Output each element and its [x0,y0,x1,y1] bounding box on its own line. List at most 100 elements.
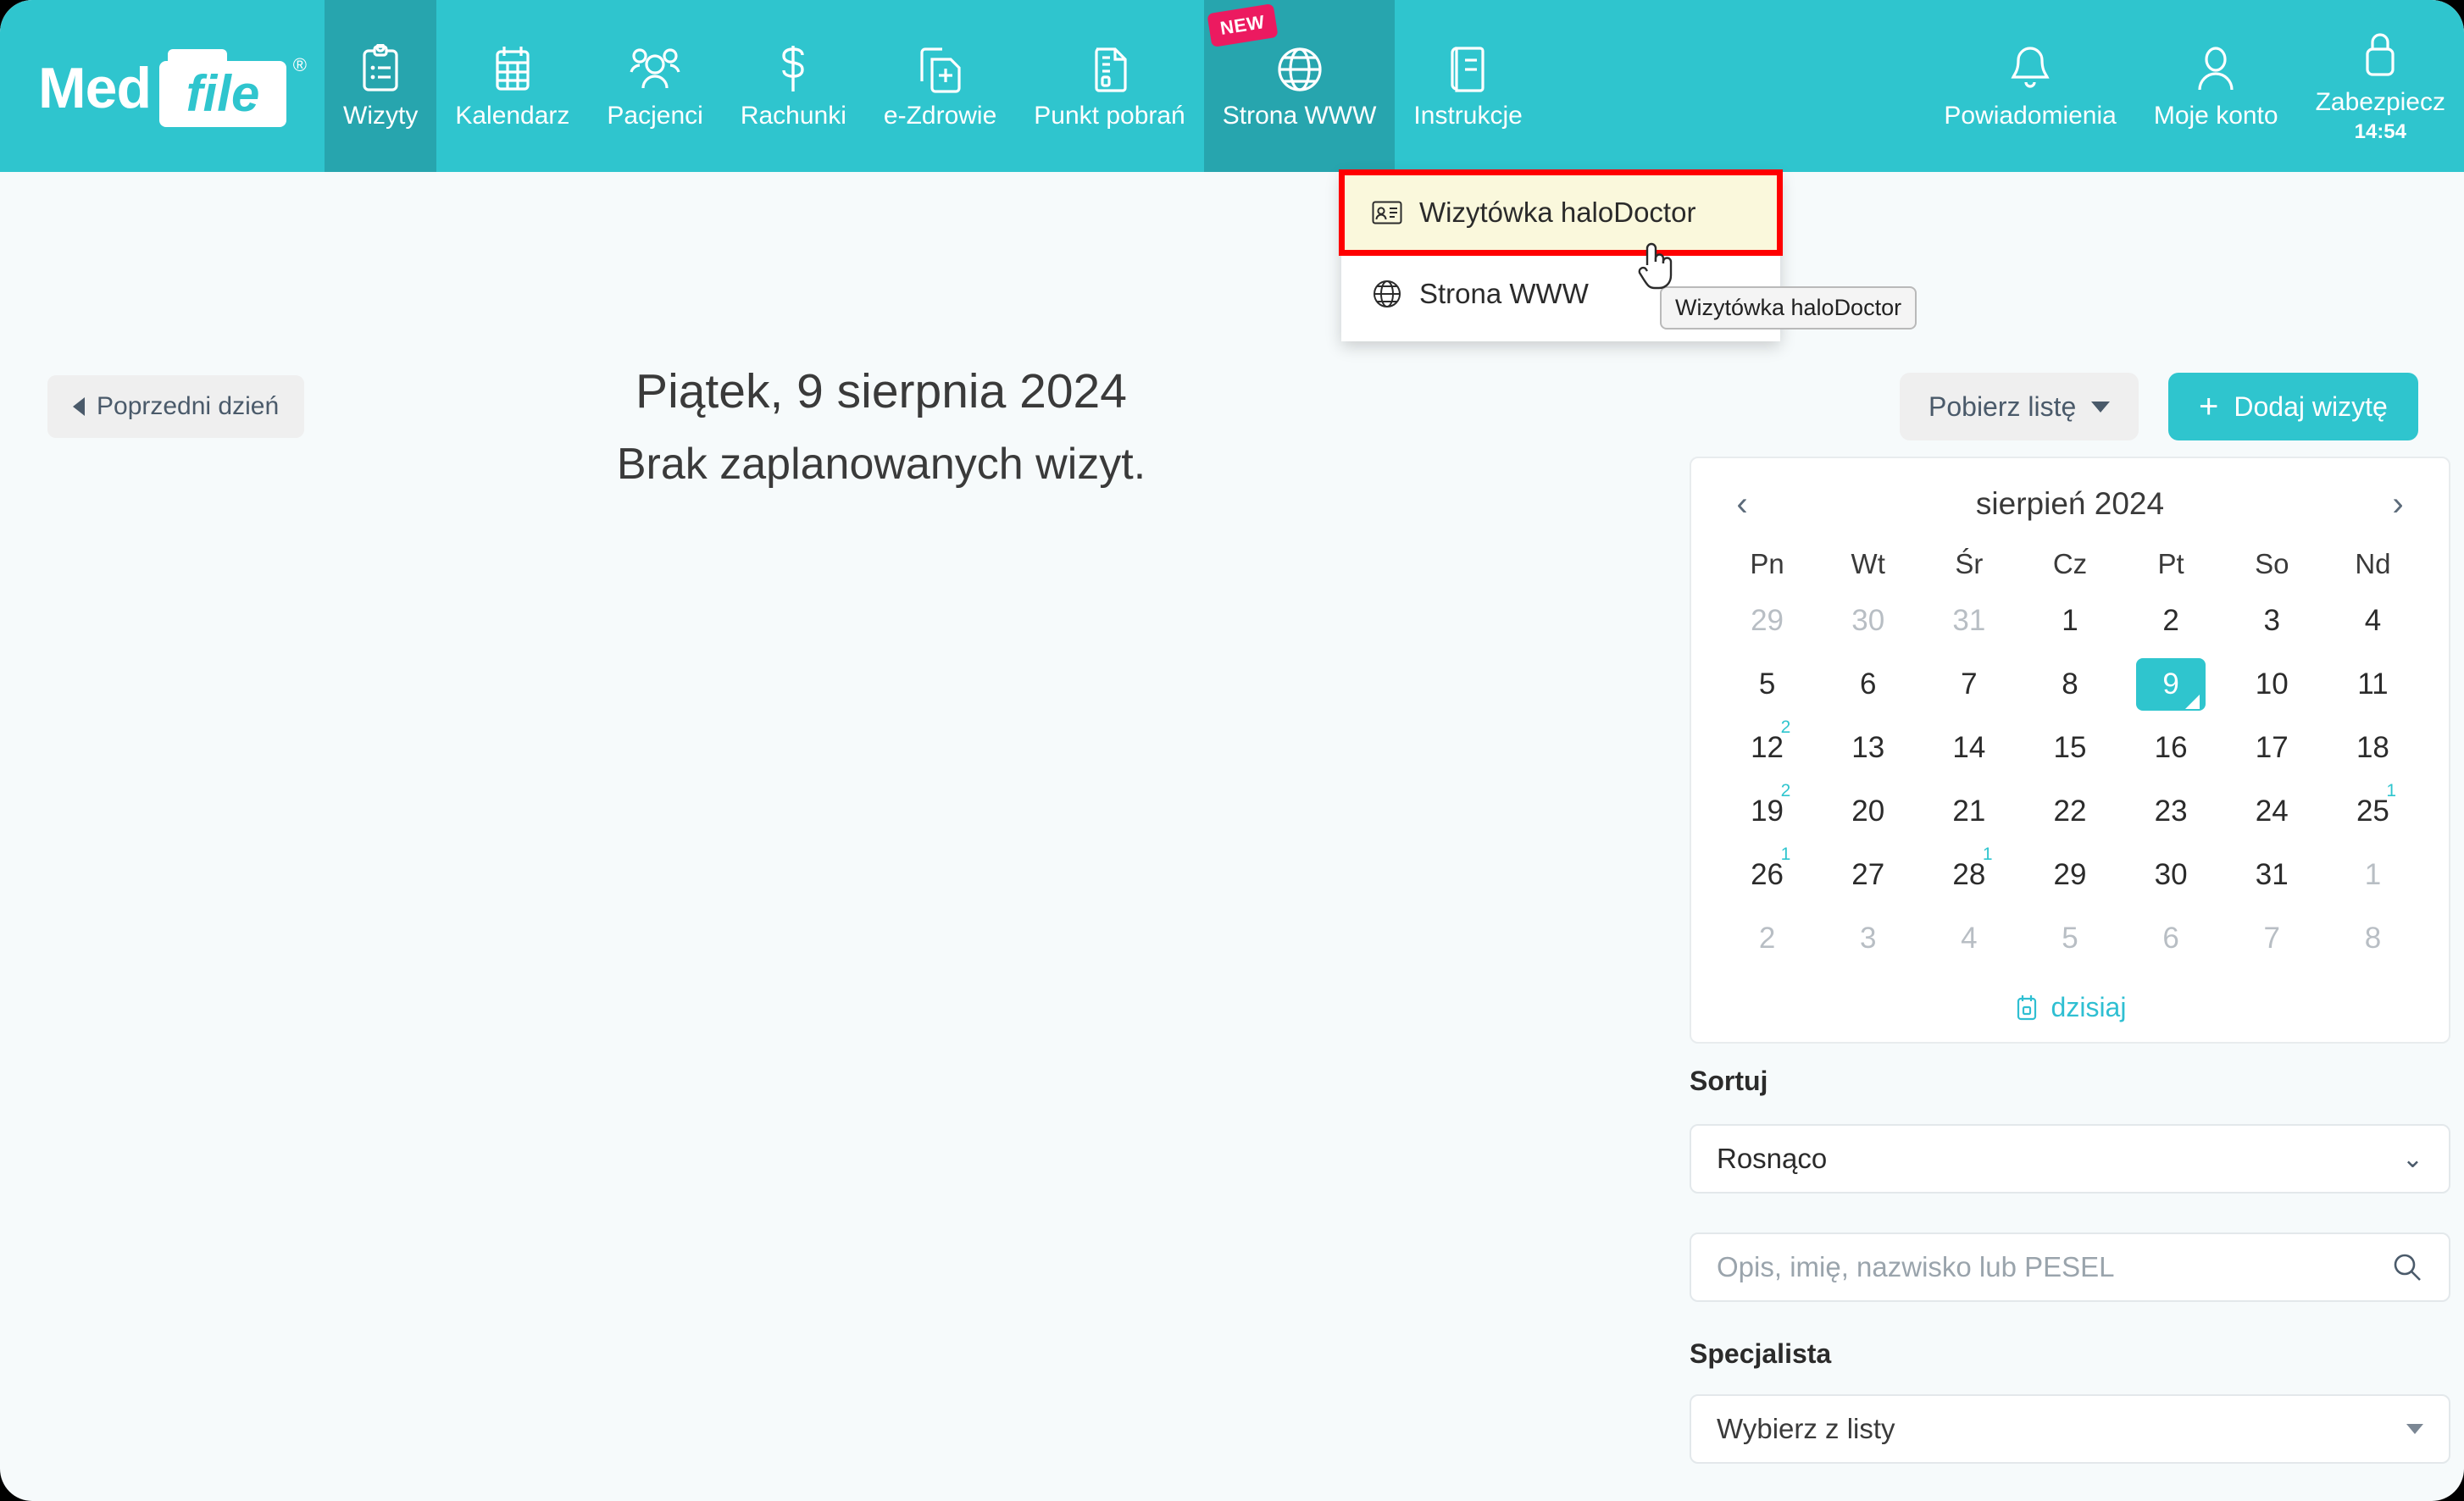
nav-item-pacjenci[interactable]: Pacjenci [588,0,721,172]
folder-icon: file [159,48,286,127]
nav-item-wizyty[interactable]: Wizyty [325,0,437,172]
calendar-day[interactable]: 29 [2019,843,2120,906]
calendar-day-number: 30 [2154,857,2188,891]
calendar-day-selected[interactable]: 9 [2121,652,2222,716]
calendar-day[interactable]: 4 [2322,589,2423,652]
calendar-day[interactable]: 24 [2222,779,2322,843]
nav-item-instrukcje[interactable]: Instrukcje [1395,0,1540,172]
calendar-day[interactable]: 31 [2222,843,2322,906]
previous-day-label: Poprzedni dzień [97,392,280,420]
calendar-day[interactable]: 5 [1717,652,1817,716]
calendar-today-icon [2014,994,2039,1022]
calendar-day-number: 2 [2162,603,2179,637]
date-heading: Piątek, 9 sierpnia 2024 [635,364,1127,418]
calendar-day[interactable]: 30 [1817,589,1918,652]
calendar-day-number: 25 [2356,794,2389,828]
calendar-day[interactable]: 31 [1918,589,2019,652]
calendar-day[interactable]: 4 [1918,906,2019,970]
nav-label: Powiadomienia [1944,101,2117,130]
app-window: Med file ® Wizyty Kalendarz Pacjenci Rac… [0,0,2464,1501]
calendar-day[interactable]: 14 [1918,716,2019,779]
calendar-day[interactable]: 12 2 [1717,716,1817,779]
calendar-day-number: 31 [2255,857,2289,891]
calendar-day[interactable]: 13 [1817,716,1918,779]
calendar-day[interactable]: 30 [2121,843,2222,906]
download-list-button[interactable]: Pobierz listę [1900,373,2139,440]
sort-value: Rosnąco [1717,1143,1828,1174]
calendar-widget: ‹ sierpień 2024 › Pn Wt Śr Cz Pt So Nd 2… [1690,457,2450,1044]
bell-icon [2008,44,2052,93]
calendar-day[interactable]: 20 [1817,779,1918,843]
calendar-day[interactable]: 23 [2121,779,2222,843]
previous-day-button[interactable]: Poprzedni dzień [47,375,305,438]
weekday-label: Śr [1955,548,1984,579]
calendar-prev-month-button[interactable]: ‹ [1717,479,1768,529]
calendar-day-number: 15 [2053,730,2087,764]
calendar-day[interactable]: 3 [2222,589,2322,652]
calendar-day-number: 3 [2263,603,2280,637]
calendar-day[interactable]: 10 [2222,652,2322,716]
nav-item-punkt-pobran[interactable]: Punkt pobrań [1015,0,1203,172]
calendar-day[interactable]: 7 [2222,906,2322,970]
sort-select[interactable]: Rosnąco ⌄ [1690,1124,2450,1194]
calendar-day[interactable]: 2 [2121,589,2222,652]
calendar-day[interactable]: 27 [1817,843,1918,906]
calendar-day-corner-marker [2185,695,2200,709]
globe-icon [1372,279,1402,309]
add-visit-button[interactable]: + Dodaj wizytę [2168,373,2418,440]
nav-item-rachunki[interactable]: Rachunki [722,0,865,172]
calendar-day[interactable]: 6 [2121,906,2222,970]
calendar-day-number: 13 [1851,730,1885,764]
search-icon[interactable] [2391,1251,2423,1283]
calendar-day-number: 19 [1751,794,1784,828]
calendar-day[interactable]: 26 1 [1717,843,1817,906]
calendar-day[interactable]: 22 [2019,779,2120,843]
calendar-day-number: 20 [1851,794,1885,828]
calendar-day-number: 7 [1961,667,1978,701]
calendar-day-number: 8 [2364,921,2382,955]
nav-item-strona-www[interactable]: NEW Strona WWW [1203,0,1396,172]
calendar-next-month-button[interactable]: › [2372,479,2423,529]
calendar-day-number: 16 [2154,730,2188,764]
calendar-day[interactable]: 29 [1717,589,1817,652]
nav-label: Wizyty [343,101,419,130]
calendar-day[interactable]: 6 [1817,652,1918,716]
calendar-day[interactable]: 15 [2019,716,2120,779]
calendar-day[interactable]: 11 [2322,652,2423,716]
nav-item-ezdrowie[interactable]: e-Zdrowie [865,0,1015,172]
calendar-day[interactable]: 5 [2019,906,2120,970]
calendar-day[interactable]: 16 [2121,716,2222,779]
calendar-day[interactable]: 17 [2222,716,2322,779]
calendar-day[interactable]: 1 [2019,589,2120,652]
nav-label: Pacjenci [607,101,703,130]
nav-item-moje-konto[interactable]: Moje konto [2135,0,2297,172]
calendar-day[interactable]: 8 [2322,906,2423,970]
dollar-icon [774,44,812,93]
specialist-value: Wybierz z listy [1717,1413,1895,1444]
calendar-month-title: sierpień 2024 [1975,486,2165,521]
dropdown-item-wizytowka-halodoctor[interactable]: Wizytówka haloDoctor [1339,169,1783,256]
calendar-day[interactable]: 28 1 [1918,843,2019,906]
calendar-day[interactable]: 19 2 [1717,779,1817,843]
calendar-day[interactable]: 8 [2019,652,2120,716]
calendar-day[interactable]: 7 [1918,652,2019,716]
nav-item-zabezpiecz[interactable]: Zabezpiecz 14:54 [2297,0,2464,172]
nav-label: Kalendarz [455,101,570,130]
calendar-day[interactable]: 21 [1918,779,2019,843]
search-input[interactable]: Opis, imię, nazwisko lub PESEL [1690,1232,2450,1302]
specialist-select[interactable]: Wybierz z listy [1690,1394,2450,1464]
calendar-day[interactable]: 18 [2322,716,2423,779]
nav-label: Strona WWW [1222,101,1377,130]
calendar-day[interactable]: 1 [2322,843,2423,906]
calendar-day-number: 29 [2053,857,2087,891]
calendar-day[interactable]: 3 [1817,906,1918,970]
calendar-day-number: 12 [1751,730,1784,764]
security-timer: 14:54 [2354,119,2406,143]
calendar-day[interactable]: 2 [1717,906,1817,970]
brand-logo[interactable]: Med file ® [0,0,325,172]
calendar-day[interactable]: 25 1 [2322,779,2423,843]
calendar-today-button[interactable]: dzisiaj [1717,970,2423,1023]
nav-item-powiadomienia[interactable]: Powiadomienia [1925,0,2134,172]
nav-item-kalendarz[interactable]: Kalendarz [436,0,588,172]
